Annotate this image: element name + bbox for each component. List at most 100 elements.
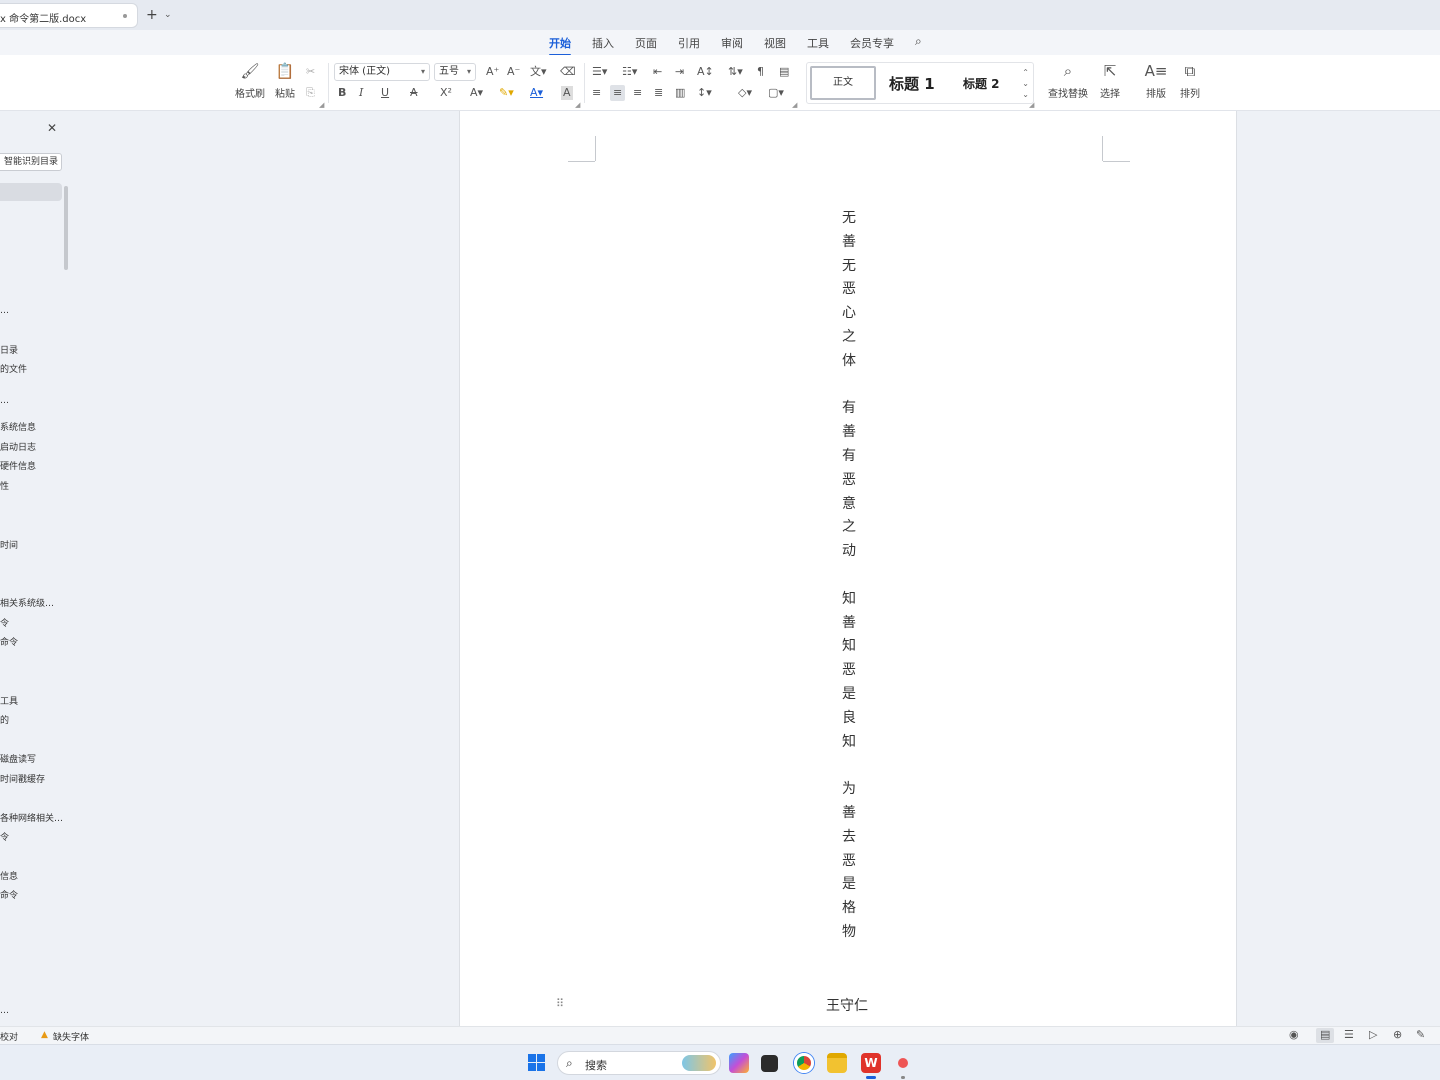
nav-item[interactable]: 性	[0, 479, 9, 492]
text-direction-icon[interactable]: A↕	[697, 65, 714, 79]
nav-item[interactable]: 启动日志	[0, 440, 36, 453]
nav-item[interactable]: …	[0, 1006, 9, 1016]
tab-tools[interactable]: 工具	[807, 35, 829, 51]
chrome-icon[interactable]	[794, 1053, 814, 1073]
font-family-select[interactable]: 宋体 (正文) ▾	[334, 63, 430, 81]
line-spacing-icon[interactable]: ↕▾	[697, 86, 712, 100]
align-left-icon[interactable]: ≡	[592, 86, 601, 100]
windows-start-icon[interactable]	[528, 1054, 545, 1071]
nav-item[interactable]: 工具	[0, 694, 18, 707]
outline-view-icon[interactable]: ☰	[1344, 1029, 1354, 1041]
page-view-icon[interactable]: ▤	[1320, 1029, 1330, 1041]
distributed-icon[interactable]: ▥	[675, 86, 685, 100]
proofread-button[interactable]: 校对	[0, 1030, 18, 1043]
decrease-indent-icon[interactable]: ⇤	[653, 65, 662, 79]
missing-font-button[interactable]: 缺失字体	[53, 1030, 89, 1043]
tab-page[interactable]: 页面	[635, 35, 657, 51]
shading-icon[interactable]: ◇▾	[738, 86, 752, 100]
nav-item[interactable]: 日录	[0, 343, 18, 356]
italic-button[interactable]: I	[359, 86, 363, 100]
format-painter-button[interactable]: 🖌 格式刷	[232, 61, 268, 100]
nav-item[interactable]: 令	[0, 616, 9, 629]
shrink-font-icon[interactable]: A⁻	[507, 65, 520, 79]
align-center-icon[interactable]: ≡	[610, 85, 626, 101]
increase-indent-icon[interactable]: ⇥	[675, 65, 684, 79]
font-color-icon[interactable]: A▾	[530, 86, 543, 100]
grow-font-icon[interactable]: A⁺	[486, 65, 499, 79]
style-scroll-icon[interactable]: ⌃ ⌄ ⌄	[1022, 67, 1029, 100]
nav-scrollbar[interactable]	[64, 186, 68, 270]
text-effect-icon[interactable]: A▾	[470, 86, 483, 100]
web-view-icon[interactable]: ⊕	[1393, 1029, 1402, 1041]
bullet-list-icon[interactable]: ☰▾	[592, 65, 607, 79]
clear-format-icon[interactable]: ⌫	[560, 65, 576, 79]
cut-icon[interactable]: ✂	[306, 65, 315, 79]
search-icon[interactable]: ⌕	[915, 34, 922, 49]
nav-item[interactable]: 硬件信息	[0, 459, 36, 472]
numbered-list-icon[interactable]: ☷▾	[622, 65, 637, 79]
justify-icon[interactable]: ≣	[654, 86, 663, 100]
copilot-icon[interactable]	[729, 1053, 749, 1073]
nav-item[interactable]: 相关系统级…	[0, 596, 54, 609]
nav-selected-item[interactable]	[0, 183, 62, 201]
underline-button[interactable]: U	[381, 86, 389, 100]
nav-item[interactable]: 命令	[0, 635, 18, 648]
highlight-icon[interactable]: ✎▾	[499, 86, 514, 100]
nav-item[interactable]: 系统信息	[0, 420, 36, 433]
tab-home[interactable]: 开始	[549, 35, 571, 56]
nav-item[interactable]: 命令	[0, 888, 18, 901]
paragraph-mark-icon[interactable]: ¶	[757, 65, 764, 79]
superscript-button[interactable]: X²	[440, 86, 452, 100]
cursor-icon: ⇱	[1103, 62, 1117, 80]
poem-char: 去	[842, 828, 856, 845]
document-tab[interactable]: x 命令第二版.docx	[0, 3, 138, 28]
nav-item[interactable]: 时间	[0, 538, 18, 551]
eye-icon[interactable]: ◉	[1289, 1029, 1299, 1041]
select-button[interactable]: ⇱ 选择	[1096, 61, 1124, 100]
tab-view[interactable]: 视图	[764, 35, 786, 51]
nav-item[interactable]: …	[0, 306, 9, 316]
pen-icon[interactable]: ✎	[1416, 1029, 1425, 1041]
nav-item[interactable]: 时间戳缓存	[0, 772, 45, 785]
store-icon[interactable]	[761, 1055, 778, 1072]
tab-list-dropdown-icon[interactable]: ⌄	[164, 10, 172, 20]
find-replace-button[interactable]: ⌕ 查找替换	[1046, 61, 1090, 100]
sort-icon[interactable]: ⇅▾	[728, 65, 743, 79]
tab-review[interactable]: 审阅	[721, 35, 743, 51]
close-icon[interactable]: ✕	[47, 121, 57, 135]
column-icon[interactable]: ▤	[779, 65, 789, 79]
style-heading-2[interactable]: 标题 2	[963, 75, 1000, 92]
tab-insert[interactable]: 插入	[592, 35, 614, 51]
strikethrough-button[interactable]: A	[410, 86, 418, 100]
phonetic-icon[interactable]: 文▾	[530, 65, 547, 79]
nav-item[interactable]: 各种网络相关…	[0, 811, 63, 824]
taskbar-search[interactable]: ⌕ 搜索	[557, 1051, 721, 1075]
wps-icon[interactable]: W	[861, 1053, 881, 1073]
font-size-select[interactable]: 五号 ▾	[434, 63, 476, 81]
nav-item[interactable]: 的文件	[0, 362, 27, 375]
copy-icon[interactable]: ⎘	[306, 86, 315, 100]
smart-toc-button[interactable]: 智能识别目录	[0, 153, 62, 171]
file-explorer-icon[interactable]	[827, 1053, 847, 1073]
drag-handle-icon[interactable]: ⠿	[556, 997, 564, 1010]
border-icon[interactable]: ▢▾	[768, 86, 784, 100]
nav-item[interactable]: 令	[0, 830, 9, 843]
nav-item[interactable]: …	[0, 396, 9, 406]
nav-item[interactable]: 磁盘读写	[0, 752, 36, 765]
layout-button[interactable]: A≡ 排版	[1142, 61, 1170, 100]
nav-item[interactable]: 的	[0, 713, 9, 726]
tab-member[interactable]: 会员专享	[850, 35, 894, 51]
document-page[interactable]: 无善无恶心之体有善有恶意之动知善知恶是良知为善去恶是格物 ⠿ 王守仁	[459, 111, 1237, 1026]
play-icon[interactable]: ▷	[1369, 1029, 1377, 1041]
style-heading-1[interactable]: 标题 1	[889, 73, 935, 94]
paste-button[interactable]: 📋 粘贴	[267, 61, 303, 100]
align-right-icon[interactable]: ≡	[633, 86, 642, 100]
arrange-button[interactable]: ⧉ 排列	[1176, 61, 1204, 100]
app-icon[interactable]	[898, 1058, 908, 1068]
new-tab-button[interactable]: +	[146, 8, 158, 22]
style-normal[interactable]: 正文	[810, 66, 876, 100]
tab-references[interactable]: 引用	[678, 35, 700, 51]
nav-item[interactable]: 信息	[0, 869, 18, 882]
char-shading-icon[interactable]: A	[561, 86, 573, 100]
bold-button[interactable]: B	[338, 86, 346, 100]
